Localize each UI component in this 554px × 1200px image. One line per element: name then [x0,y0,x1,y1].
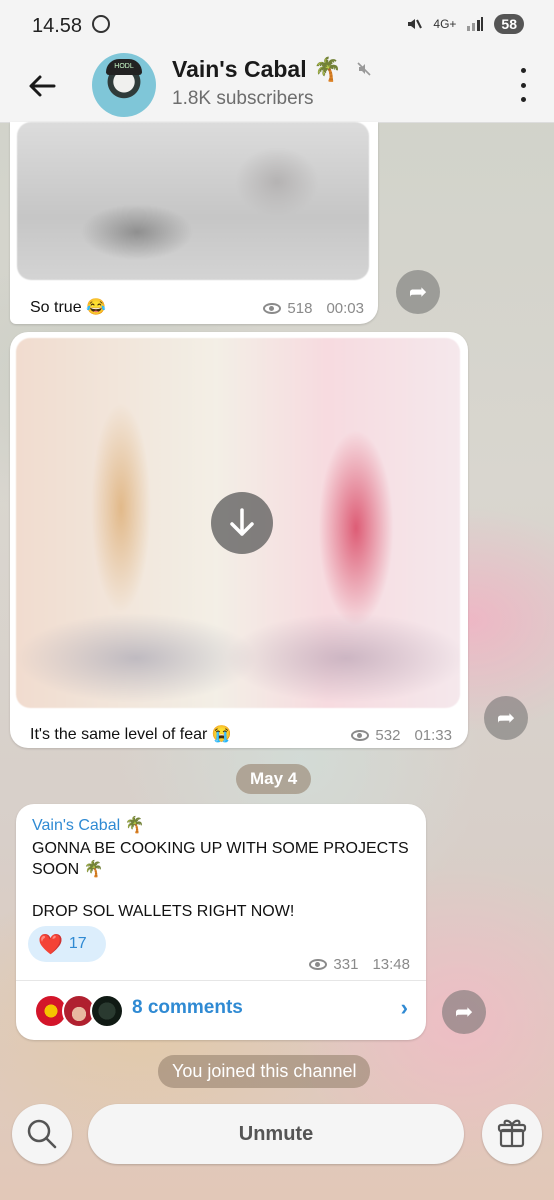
reaction-count: 17 [68,935,87,952]
subscriber-count: 1.8K subscribers [172,88,314,109]
post-text: GONNA BE COOKING UP WITH SOME PROJECTS S… [32,840,409,920]
network-label: 4G+ [433,17,457,31]
service-message: You joined this channel [158,1055,371,1088]
channel-title[interactable]: Vain's Cabal 🌴 [172,56,372,83]
download-icon[interactable] [211,492,273,554]
gift-icon [497,1119,527,1148]
heart-icon: ❤️ [38,933,63,956]
menu-icon[interactable] [518,68,528,102]
eye-icon [263,303,282,314]
search-button[interactable] [12,1104,72,1164]
signal-icon [467,17,484,31]
palm-emoji: 🌴 [312,56,342,82]
reaction-chip[interactable]: ❤️ 17 [28,926,106,962]
commenter-avatars [34,994,124,1028]
message-bubble[interactable]: So true 😂 518 00:03 [10,122,378,324]
whatsapp-icon [92,15,110,33]
date-separator: May 4 [236,764,312,794]
eye-icon [309,959,328,970]
post-meta: 331 13:48 [309,956,410,973]
channel-avatar[interactable]: HODL [92,53,156,117]
status-bar: 14.58 4G+ 58 [0,0,554,52]
share-icon[interactable]: ➦ [442,990,486,1034]
share-icon[interactable]: ➦ [484,696,528,740]
view-count: 532 [375,727,401,744]
unmute-button[interactable]: Unmute [88,1104,464,1164]
avatar [90,994,124,1028]
message-caption: So true 😂 [30,299,106,316]
view-count: 518 [287,300,313,317]
blurred-image[interactable] [17,122,369,280]
divider [16,980,426,981]
avatar-cap: HODL [106,59,142,75]
status-time: 14.58 [32,15,83,37]
view-count: 331 [333,956,359,973]
back-arrow-icon[interactable] [24,68,60,104]
message-time: 01:33 [414,727,452,744]
post-author[interactable]: Vain's Cabal 🌴 [32,815,145,835]
eye-icon [351,730,370,741]
post-bubble[interactable]: Vain's Cabal 🌴 GONNA BE COOKING UP WITH … [16,804,426,1040]
search-icon [27,1119,57,1149]
gift-button[interactable] [482,1104,542,1164]
chat-header: HODL Vain's Cabal 🌴 1.8K subscribers [0,52,554,123]
message-time: 00:03 [326,300,364,317]
status-icons: 4G+ 58 [405,14,524,34]
post-time: 13:48 [372,956,410,973]
silent-mode-icon [408,19,423,29]
message-meta: 518 00:03 [263,300,364,317]
message-meta: 532 01:33 [351,727,452,744]
battery-level: 58 [494,14,524,34]
share-icon[interactable]: ➦ [396,270,440,314]
mute-icon [357,62,371,76]
channel-title-text: Vain's Cabal [172,56,307,82]
message-caption: It's the same level of fear 😭 [30,726,232,743]
chevron-right-icon[interactable]: › [401,995,408,1021]
comments-link[interactable]: 8 comments [132,997,243,1019]
